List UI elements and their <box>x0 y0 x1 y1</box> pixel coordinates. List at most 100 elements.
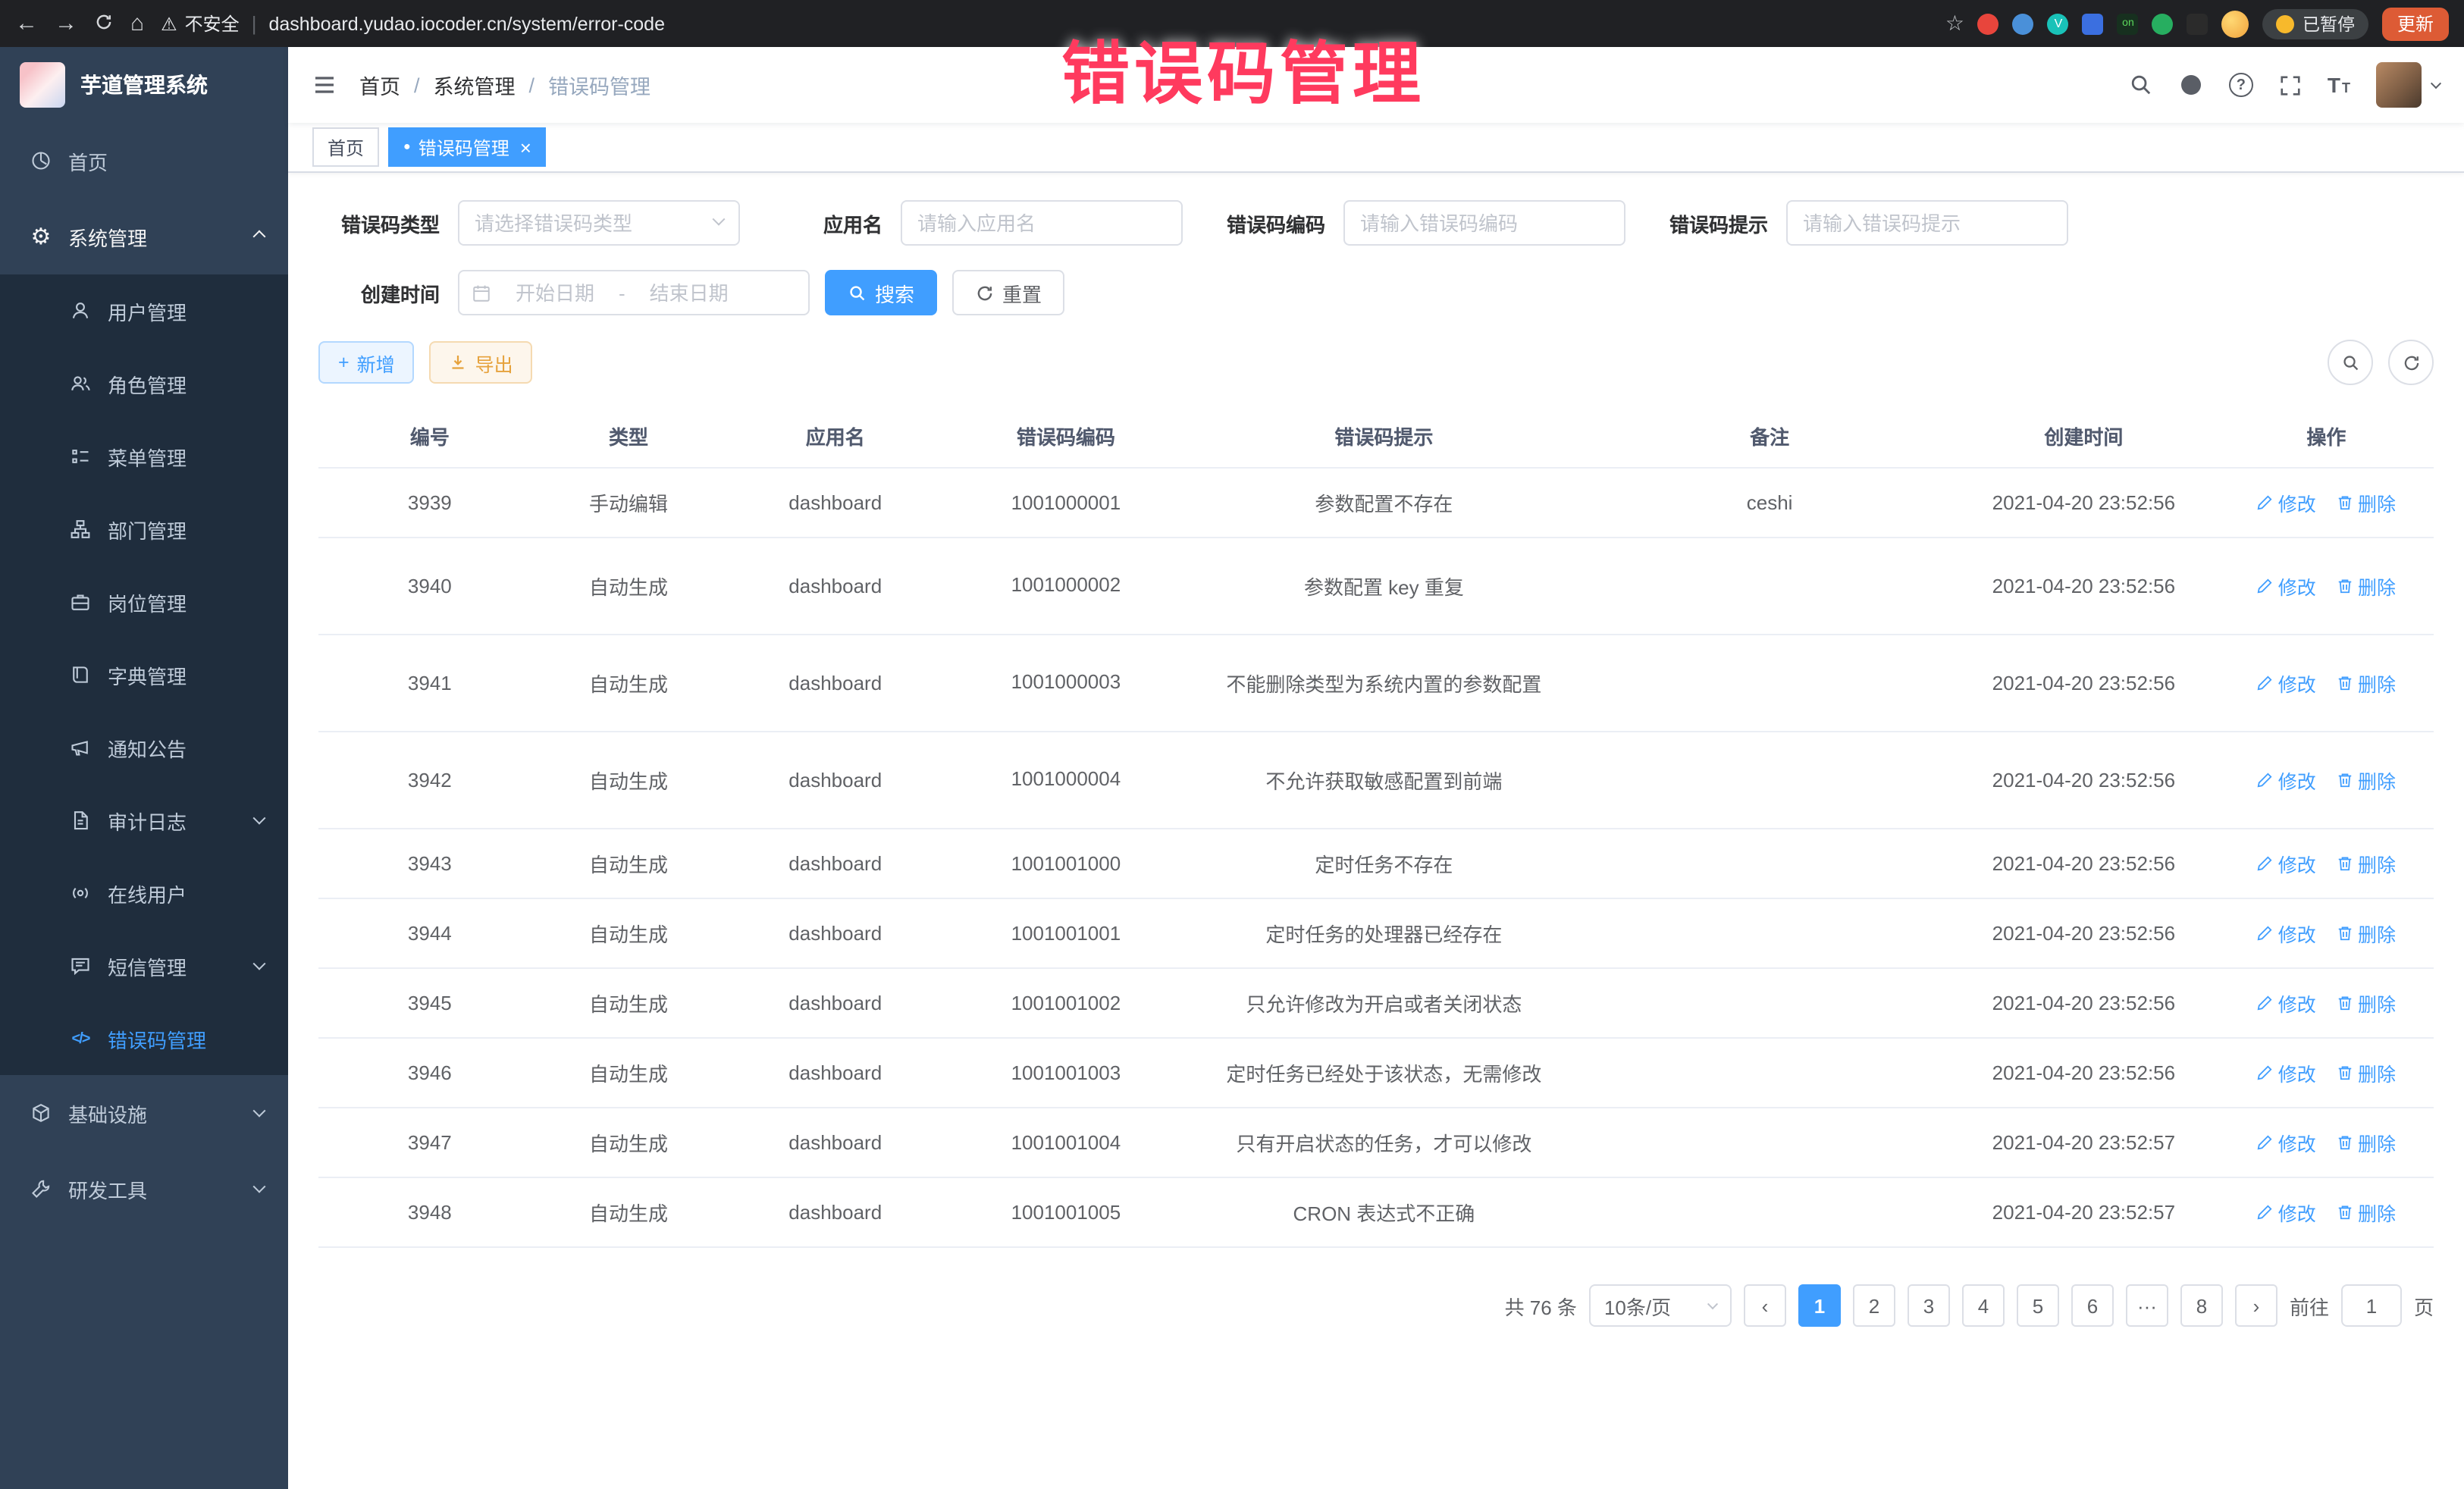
delete-link[interactable]: 删除 <box>2337 1198 2396 1227</box>
help-icon[interactable]: ? <box>2229 73 2253 97</box>
extension-icon-grid[interactable] <box>2083 13 2104 34</box>
export-button[interactable]: 导出 <box>430 341 533 384</box>
delete-link[interactable]: 删除 <box>2337 849 2396 878</box>
error-type-select-input[interactable] <box>458 200 740 246</box>
edit-link[interactable]: 修改 <box>2257 488 2316 517</box>
sidebar-item-audit-log[interactable]: 审计日志 <box>0 784 288 857</box>
close-icon[interactable]: × <box>520 137 531 157</box>
extension-icon-green[interactable] <box>2152 13 2174 34</box>
sidebar-item-error-code[interactable]: </> 错误码管理 <box>0 1002 288 1075</box>
browser-forward-icon[interactable]: → <box>55 12 77 35</box>
edit-link[interactable]: 修改 <box>2257 572 2316 600</box>
error-type-select[interactable] <box>458 200 740 246</box>
screen: ← → ⌂ ⚠ 不安全 | dashboard.yudao.iocoder.cn… <box>0 0 2464 1489</box>
prev-page-button[interactable]: ‹ <box>1744 1284 1786 1327</box>
search-button[interactable]: 搜索 <box>825 270 937 315</box>
url-text[interactable]: dashboard.yudao.iocoder.cn/system/error-… <box>268 13 665 34</box>
page-button-3[interactable]: 3 <box>1908 1284 1950 1327</box>
browser-toolbar-right: ☆ V on 已暂停 更新 <box>1945 7 2449 40</box>
extension-icon-red[interactable] <box>1978 13 1999 34</box>
delete-link[interactable]: 删除 <box>2337 572 2396 600</box>
breadcrumb-item-home[interactable]: 首页 <box>359 70 400 100</box>
sidebar-item-dictionary[interactable]: 字典管理 <box>0 638 288 711</box>
tab-home[interactable]: 首页 <box>312 127 379 167</box>
sidebar-item-users[interactable]: 用户管理 <box>0 274 288 347</box>
browser-home-icon[interactable]: ⌂ <box>130 12 144 35</box>
page-button-6[interactable]: 6 <box>2071 1284 2114 1327</box>
show-search-button[interactable] <box>2328 340 2373 385</box>
edit-link[interactable]: 修改 <box>2257 1058 2316 1087</box>
dashboard-icon <box>29 150 53 171</box>
extension-icon-on[interactable]: on <box>2118 13 2139 34</box>
cell-actions: 修改 删除 <box>2219 898 2434 968</box>
logo[interactable]: 芋道管理系统 <box>0 47 288 123</box>
edit-link[interactable]: 修改 <box>2257 1198 2316 1227</box>
edit-link[interactable]: 修改 <box>2257 989 2316 1017</box>
goto-page-input[interactable] <box>2341 1284 2402 1327</box>
font-size-icon[interactable]: TT <box>2328 73 2350 97</box>
page-ellipsis-button[interactable]: ··· <box>2126 1284 2168 1327</box>
page-button-8[interactable]: 8 <box>2180 1284 2223 1327</box>
end-date-input[interactable] <box>632 281 747 304</box>
fullscreen-icon[interactable] <box>2279 74 2302 96</box>
error-code-input[interactable] <box>1343 200 1625 246</box>
table-row: 3945 自动生成 dashboard 1001001002 只允许修改为开启或… <box>318 968 2434 1038</box>
cell-actions: 修改 删除 <box>2219 1108 2434 1177</box>
start-date-input[interactable] <box>497 281 613 304</box>
bookmark-star-icon[interactable]: ☆ <box>1945 11 1964 36</box>
delete-link[interactable]: 删除 <box>2337 766 2396 795</box>
sidebar-item-departments[interactable]: 部门管理 <box>0 493 288 566</box>
edit-link[interactable]: 修改 <box>2257 849 2316 878</box>
delete-link[interactable]: 删除 <box>2337 1058 2396 1087</box>
delete-link[interactable]: 删除 <box>2337 919 2396 948</box>
omnibox[interactable]: ⚠ 不安全 | dashboard.yudao.iocoder.cn/syste… <box>161 11 1929 36</box>
browser-update-button[interactable]: 更新 <box>2382 7 2449 40</box>
app-name-input[interactable] <box>901 200 1183 246</box>
error-hint-input[interactable] <box>1786 200 2068 246</box>
sidebar-item-dev-tools[interactable]: 研发工具 <box>0 1151 288 1227</box>
sidebar-item-home[interactable]: 首页 <box>0 123 288 199</box>
delete-link[interactable]: 删除 <box>2337 669 2396 697</box>
edit-link[interactable]: 修改 <box>2257 1128 2316 1157</box>
trash-icon <box>2337 675 2353 691</box>
sidebar-item-announcements[interactable]: 通知公告 <box>0 711 288 784</box>
date-range-picker[interactable]: - <box>458 270 810 315</box>
sidebar-item-infrastructure[interactable]: 基础设施 <box>0 1075 288 1151</box>
github-icon[interactable] <box>2179 73 2203 97</box>
delete-link[interactable]: 删除 <box>2337 989 2396 1017</box>
browser-reload-icon[interactable] <box>94 11 114 36</box>
sidebar-item-system[interactable]: ⚙ 系统管理 <box>0 199 288 274</box>
delete-link[interactable]: 删除 <box>2337 488 2396 517</box>
page-size-select[interactable]: 10条/页 <box>1589 1284 1732 1327</box>
search-icon[interactable] <box>2129 73 2153 97</box>
page-button-1[interactable]: 1 <box>1798 1284 1841 1327</box>
edit-link[interactable]: 修改 <box>2257 766 2316 795</box>
security-indicator[interactable]: ⚠ 不安全 <box>161 11 240 36</box>
sidebar-item-online-users[interactable]: 在线用户 <box>0 857 288 929</box>
next-page-button[interactable]: › <box>2235 1284 2277 1327</box>
browser-profile-avatar[interactable] <box>2222 10 2249 37</box>
page-button-5[interactable]: 5 <box>2017 1284 2059 1327</box>
page-button-4[interactable]: 4 <box>1962 1284 2005 1327</box>
refresh-button[interactable] <box>2388 340 2434 385</box>
breadcrumb-item-system[interactable]: 系统管理 <box>434 70 516 100</box>
paused-badge[interactable]: 已暂停 <box>2263 8 2368 39</box>
browser-back-icon[interactable]: ← <box>15 12 38 35</box>
edit-link[interactable]: 修改 <box>2257 919 2316 948</box>
add-button[interactable]: + 新增 <box>318 341 415 384</box>
sidebar-item-menus[interactable]: 菜单管理 <box>0 420 288 493</box>
page-button-2[interactable]: 2 <box>1853 1284 1895 1327</box>
reset-button[interactable]: 重置 <box>952 270 1064 315</box>
tab-error-code[interactable]: ● 错误码管理 × <box>388 127 547 167</box>
extensions-puzzle-icon[interactable] <box>2187 13 2209 34</box>
table-row: 3942 自动生成 dashboard 1001000004 不允许获取敏感配置… <box>318 732 2434 829</box>
delete-link[interactable]: 删除 <box>2337 1128 2396 1157</box>
extension-icon-blue[interactable] <box>2013 13 2034 34</box>
sidebar-item-sms[interactable]: 短信管理 <box>0 929 288 1002</box>
hamburger-icon[interactable] <box>312 73 337 97</box>
edit-link[interactable]: 修改 <box>2257 669 2316 697</box>
extension-icon-teal[interactable]: V <box>2048 13 2069 34</box>
user-menu[interactable] <box>2376 62 2440 108</box>
sidebar-item-roles[interactable]: 角色管理 <box>0 347 288 420</box>
sidebar-item-positions[interactable]: 岗位管理 <box>0 566 288 638</box>
